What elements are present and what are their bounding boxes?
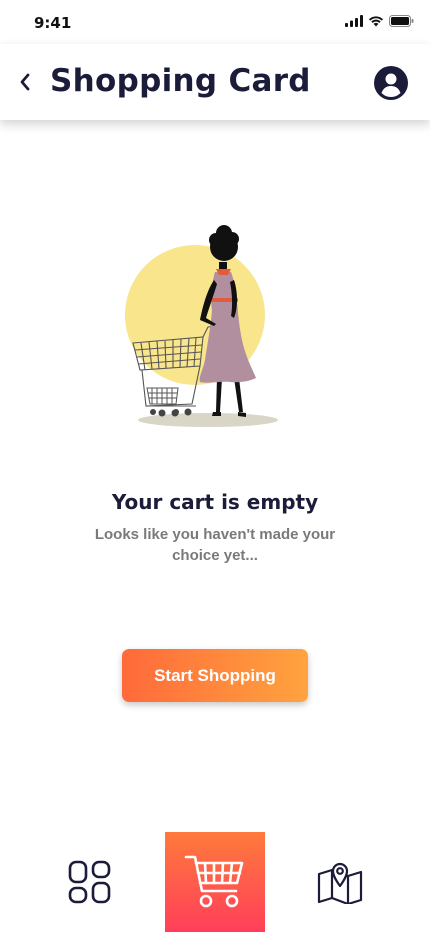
empty-cart-subtitle: Looks like you haven't made your choice … xyxy=(94,526,336,564)
map-pin-icon xyxy=(317,862,363,904)
nav-item-cart[interactable] xyxy=(165,832,265,932)
battery-icon xyxy=(389,15,414,27)
grid-icon xyxy=(68,860,111,904)
bottom-nav xyxy=(0,830,430,932)
signal-icon xyxy=(345,15,363,27)
wifi-icon xyxy=(369,16,383,27)
status-time: 9:41 xyxy=(34,14,72,32)
start-shopping-button[interactable]: Start Shopping xyxy=(122,649,308,702)
app-header: Shopping Card xyxy=(0,44,430,120)
page-title: Shopping Card xyxy=(50,63,311,99)
status-icons xyxy=(345,15,414,27)
user-circle-icon xyxy=(374,66,408,100)
nav-item-map[interactable] xyxy=(310,856,370,908)
profile-button[interactable] xyxy=(374,66,408,100)
cart-icon xyxy=(184,855,244,908)
empty-cart-illustration xyxy=(125,225,278,427)
status-bar: 9:41 xyxy=(0,0,430,44)
nav-item-home[interactable] xyxy=(60,856,120,908)
chevron-left-icon xyxy=(20,73,30,91)
back-button[interactable] xyxy=(10,64,40,100)
empty-cart-title: Your cart is empty xyxy=(111,490,319,514)
